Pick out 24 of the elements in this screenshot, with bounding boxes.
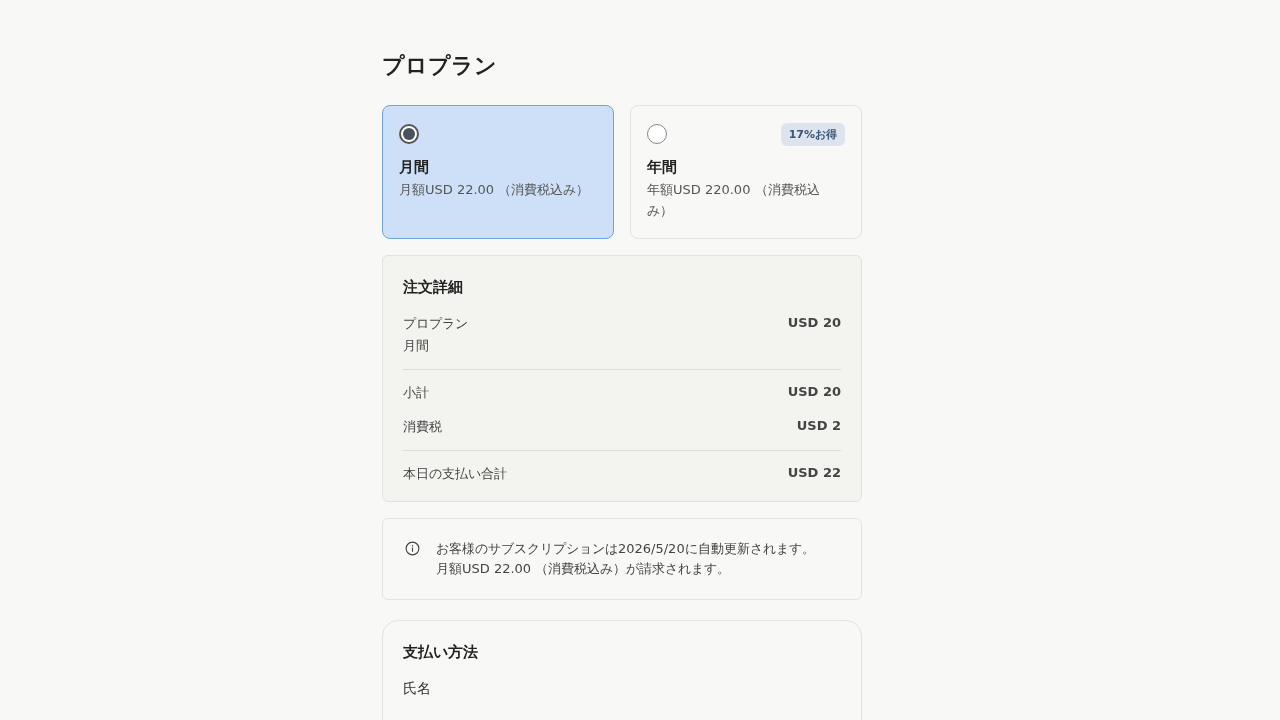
notice-text: お客様のサブスクリプションは2026/5/20に自動更新されます。月額USD 22.00 （消費税込み）が請求されます。 — [436, 540, 816, 578]
radio-button[interactable] — [647, 124, 667, 144]
line-item-label: 本日の支払い合計 — [403, 465, 507, 483]
field-label: 氏名 — [403, 680, 432, 698]
line-item-detail: 月間 — [403, 337, 430, 355]
plan-option-card[interactable]: 月間 月額USD 22.00 （消費税込み） — [382, 105, 614, 239]
plan-price: 月額USD 22.00 （消費税込み） — [399, 181, 591, 199]
line-item-amount: USD 20 — [787, 315, 841, 332]
line-item-amount: USD 20 — [787, 384, 841, 401]
section-title: 注文詳細 — [403, 278, 464, 297]
line-item-label: 小計 — [403, 384, 429, 402]
discount-badge: 17%お得 — [780, 122, 845, 146]
section-title: 支払い方法 — [403, 643, 479, 662]
radio-button[interactable] — [399, 124, 419, 144]
plan-name: 月間 — [399, 158, 430, 177]
plan-option-card[interactable]: 17%お得 年間 年額USD 220.00 （消費税込み） — [630, 105, 862, 239]
info-icon — [405, 541, 420, 556]
line-item-label: 消費税 — [403, 418, 442, 436]
line-item-amount: USD 2 — [796, 418, 841, 435]
page-title: プロプラン — [382, 52, 498, 80]
plan-name: 年間 — [647, 158, 678, 177]
line-item-amount: USD 22 — [787, 465, 841, 482]
plan-price: 年額USD 220.00 （消費税込み） — [647, 181, 821, 220]
line-item-label: プロプラン — [403, 315, 468, 333]
